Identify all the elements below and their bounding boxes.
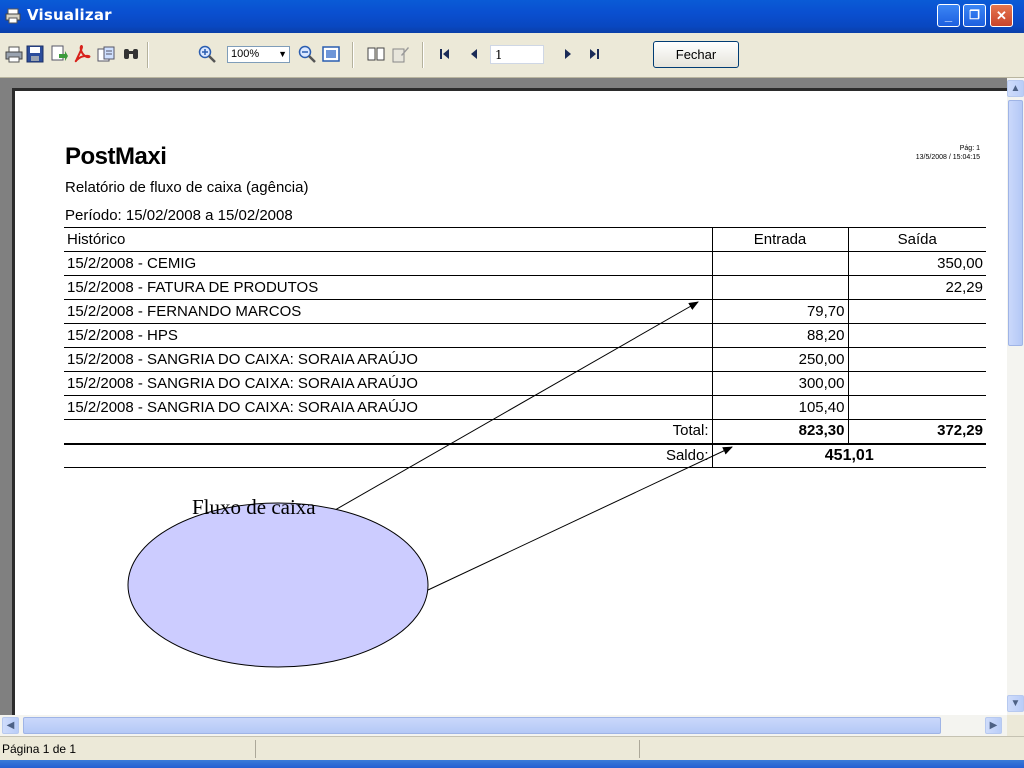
chevron-left-icon: ◀ (6, 720, 15, 731)
vertical-scrollbar[interactable]: ▲ ▼ (1007, 78, 1024, 715)
chevron-up-icon: ▲ (1010, 83, 1021, 94)
horizontal-scrollbar[interactable]: ◀ ▶ (0, 715, 1007, 736)
annotation-bubble (127, 502, 429, 668)
status-panel (256, 740, 640, 758)
status-panel (640, 740, 1024, 758)
vertical-scroll-thumb[interactable] (1008, 100, 1023, 346)
status-bar: Página 1 de 1 (0, 736, 1024, 761)
chevron-down-icon: ▼ (1010, 698, 1021, 709)
annotation-label: Fluxo de caixa (192, 495, 316, 519)
annotation-arrow (334, 301, 699, 511)
scroll-right-button[interactable]: ▶ (985, 717, 1002, 734)
annotation-arrow (427, 446, 733, 591)
scroll-up-button[interactable]: ▲ (1007, 80, 1024, 97)
status-page-info: Página 1 de 1 (0, 740, 256, 758)
chevron-right-icon: ▶ (989, 720, 998, 731)
horizontal-scroll-thumb[interactable] (23, 717, 941, 734)
scrollbar-corner (1007, 715, 1024, 736)
annotation-overlay (127, 301, 733, 668)
scroll-left-button[interactable]: ◀ (2, 717, 19, 734)
taskbar-edge (0, 760, 1024, 768)
scroll-down-button[interactable]: ▼ (1007, 695, 1024, 712)
